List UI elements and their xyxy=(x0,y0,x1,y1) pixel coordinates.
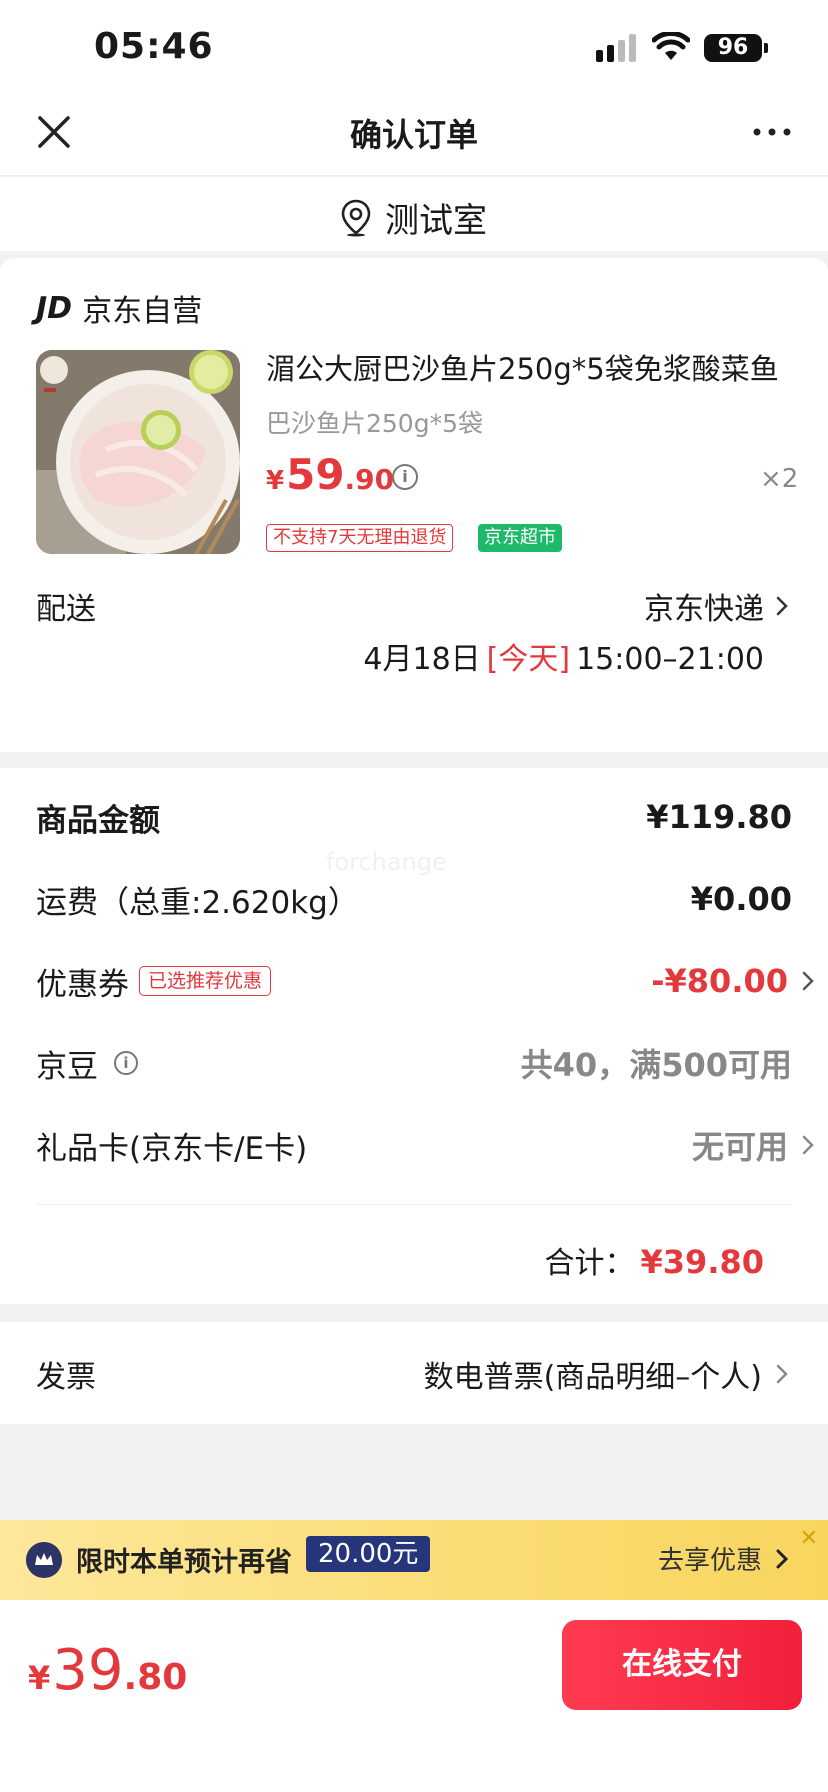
promo-action[interactable]: 去享优惠 xyxy=(658,1540,788,1577)
promo-action-label: 去享优惠 xyxy=(657,1546,762,1576)
price-info-icon[interactable]: i xyxy=(392,464,418,490)
goods-amount-row: 商品金额 ¥119.80 xyxy=(36,792,792,842)
invoice-row[interactable]: 发票 数电普票(商品明细–个人) xyxy=(0,1322,828,1424)
delivery-today: [今天] xyxy=(486,642,571,677)
delivery-time[interactable]: 4月18日 [今天] 15:00–21:00 xyxy=(363,634,764,678)
crown-badge-icon xyxy=(26,1542,62,1578)
goods-amount-value: ¥119.80 xyxy=(646,798,792,836)
checkout-bar: ¥ 39 .80 在线支付 xyxy=(0,1600,828,1792)
invoice-value: 数电普票(商品明细–个人) xyxy=(423,1360,762,1395)
delivery-carrier-selector[interactable]: 京东快递 xyxy=(644,584,788,628)
promo-close-icon[interactable]: ✕ xyxy=(800,1526,818,1551)
status-bar: 05:46 96 xyxy=(0,0,828,96)
page-title: 确认订单 xyxy=(349,116,478,154)
gift-card-label: 礼品卡(京东卡/E卡) xyxy=(36,1130,308,1167)
beans-info-icon[interactable]: i xyxy=(114,1051,138,1075)
gift-card-value-group: 无可用 xyxy=(691,1122,814,1168)
product-name[interactable]: 湄公大厨巴沙鱼片250g*5袋免浆酸菜鱼 xyxy=(266,346,786,388)
chevron-right-icon xyxy=(802,1135,814,1155)
recommended-coupon-tag: 已选推荐优惠 xyxy=(139,966,272,996)
subtotal-value: ¥39.80 xyxy=(640,1243,764,1281)
subtotal: 合计： ¥39.80 xyxy=(545,1238,764,1282)
promo-save-amount: 20.00元 xyxy=(306,1536,431,1572)
address-name: 测试室 xyxy=(385,201,487,241)
shipping-row: 运费（总重:2.620kg） ¥0.00 xyxy=(36,874,792,924)
delivery-window: 15:00–21:00 xyxy=(576,642,764,677)
checkout-decimal: .80 xyxy=(123,1657,188,1698)
chevron-right-icon xyxy=(776,596,788,616)
price-currency: ¥ xyxy=(266,466,285,496)
delivery-carrier: 京东快递 xyxy=(644,592,764,627)
shipping-value: ¥0.00 xyxy=(690,880,792,918)
product-spec: 巴沙鱼片250g*5袋 xyxy=(266,409,483,438)
wifi-icon xyxy=(652,32,690,60)
promo-banner[interactable]: 限时本单预计再省 20.00元 去享优惠 ✕ xyxy=(0,1520,828,1600)
shipping-label: 运费（总重:2.620kg） xyxy=(36,884,359,921)
price-decimal: .90 xyxy=(344,463,395,496)
coupon-label-group: 优惠券 已选推荐优惠 xyxy=(36,959,272,1004)
order-confirm-page: 05:46 96 确认订单 测试室 JD 京东自营 湄公大厨巴沙鱼片250g*5… xyxy=(0,0,828,1792)
status-time: 05:46 xyxy=(94,26,214,67)
jd-supermarket-tag: 京东超市 xyxy=(478,524,562,552)
product-card: JD 京东自营 湄公大厨巴沙鱼片250g*5袋免浆酸菜鱼 巴沙鱼片250g*5袋… xyxy=(0,258,828,752)
shop-header: JD 京东自营 xyxy=(36,286,202,330)
battery-indicator: 96 xyxy=(704,34,768,62)
jd-beans-label-group: 京豆 i xyxy=(36,1041,138,1086)
delivery-label: 配送 xyxy=(36,592,96,627)
shop-name: 京东自营 xyxy=(82,294,203,329)
checkout-total: ¥ 39 .80 xyxy=(28,1638,187,1703)
product-price: ¥ 59 .90 xyxy=(266,450,394,499)
coupon-label: 优惠券 xyxy=(36,966,129,1003)
checkout-currency: ¥ xyxy=(28,1659,51,1697)
watermark: forchange xyxy=(326,848,447,876)
address-bar[interactable]: 测试室 xyxy=(0,177,828,251)
product-quantity: ×2 xyxy=(760,464,799,494)
location-pin-icon xyxy=(341,199,371,236)
summary-divider xyxy=(36,1204,792,1205)
chevron-right-icon xyxy=(776,1364,788,1384)
price-integer: 59 xyxy=(286,450,345,499)
goods-amount-label: 商品金额 xyxy=(36,802,160,839)
more-icon[interactable] xyxy=(752,126,792,138)
jd-beans-row: 京豆 i 共40，满500可用 xyxy=(36,1038,792,1088)
pay-online-button[interactable]: 在线支付 xyxy=(562,1620,802,1710)
product-image[interactable] xyxy=(36,350,240,554)
fish-fillet-image xyxy=(36,350,240,554)
subtotal-label: 合计： xyxy=(544,1246,635,1281)
chevron-right-icon xyxy=(776,1549,788,1568)
jd-beans-value: 共40，满500可用 xyxy=(520,1046,792,1084)
promo-text: 限时本单预计再省 xyxy=(76,1547,292,1578)
coupon-row[interactable]: 优惠券 已选推荐优惠 -¥80.00 xyxy=(36,956,814,1006)
checkout-integer: 39 xyxy=(52,1638,124,1703)
signal-icon xyxy=(596,34,636,62)
nav-bar: 确认订单 xyxy=(0,96,828,176)
jd-beans-label: 京豆 xyxy=(36,1048,98,1085)
no-return-tag: 不支持7天无理由退货 xyxy=(266,524,454,552)
invoice-label: 发票 xyxy=(36,1360,96,1395)
jd-logo: JD xyxy=(36,290,73,326)
invoice-value-group: 数电普票(商品明细–个人) xyxy=(424,1352,788,1396)
delivery-date: 4月18日 xyxy=(363,642,481,677)
gift-card-row[interactable]: 礼品卡(京东卡/E卡) 无可用 xyxy=(36,1120,814,1170)
chevron-right-icon xyxy=(802,971,814,991)
coupon-value: -¥80.00 xyxy=(651,962,788,1000)
coupon-value-group: -¥80.00 xyxy=(651,962,814,1000)
gift-card-value: 无可用 xyxy=(691,1128,788,1166)
